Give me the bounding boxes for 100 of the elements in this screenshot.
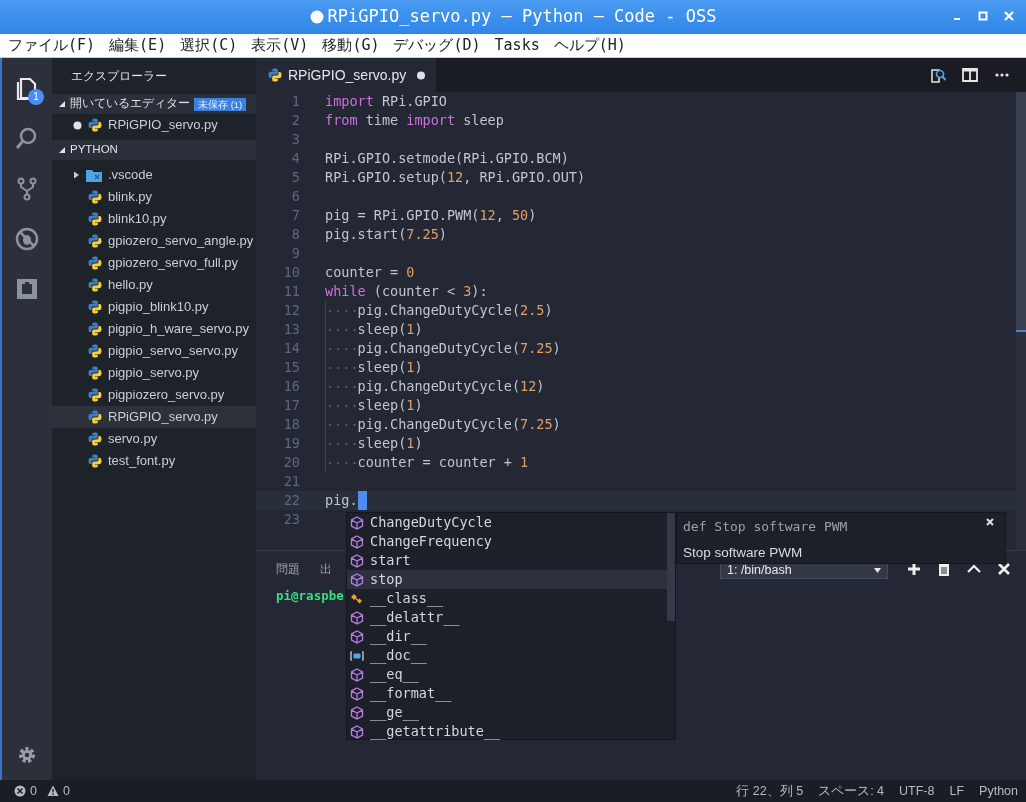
line-number: 17 [282,396,300,415]
warning-icon[interactable] [46,785,59,797]
tree-item[interactable]: pigpiozero_servo.py [52,384,256,406]
line-number: 22 [282,491,300,510]
preview-search-icon[interactable] [930,67,946,83]
status-item[interactable]: LF [949,781,965,801]
suggestion-item[interactable]: ChangeDutyCycle [347,513,667,532]
dropdown-caret-icon [874,568,881,573]
status-item[interactable]: スペース: 4 [818,781,885,801]
file-name: blink.py [108,188,153,207]
close-icon[interactable] [985,517,995,527]
split-editor-icon[interactable] [962,67,978,83]
debug-icon[interactable] [14,226,40,252]
suggestion-item[interactable]: __getattribute__ [347,722,667,741]
file-name: RPiGPIO_servo.py [108,408,218,427]
suggestion-item[interactable]: __dir__ [347,627,667,646]
menu-item[interactable]: デバッグ(D) [385,34,487,57]
suggestion-item[interactable]: __class__ [347,589,667,608]
code-line: import RPi.GPIO [325,92,447,111]
new-terminal-icon[interactable] [906,561,922,577]
menu-item[interactable]: ファイル(F) [0,34,102,57]
tree-item[interactable]: pigpio_servo_servo.py [52,340,256,362]
panel-tab[interactable]: 問題 [276,560,300,578]
line-number: 9 [290,244,300,263]
tree-item[interactable]: gpiozero_servo_full.py [52,252,256,274]
close-icon[interactable] [996,561,1012,577]
editor-tab[interactable]: RPiGPIO_servo.py [256,58,437,92]
suggestion-item[interactable]: __ge__ [347,703,667,722]
line-number: 4 [290,149,300,168]
settings-icon[interactable] [16,744,38,766]
menu-item[interactable]: ヘルプ(H) [545,34,632,57]
code-line: sleep(1) [357,396,423,415]
warning-count[interactable]: 0 [62,781,70,801]
status-item[interactable]: UTF-8 [899,781,935,801]
python-icon [88,322,102,336]
code-line: sleep(1) [357,320,423,339]
tree-item[interactable]: gpiozero_servo_angle.py [52,230,256,252]
method-cube-icon [350,724,364,739]
suggestion-list[interactable]: ChangeDutyCycle ChangeFrequency start stop __class__ __delattr__ __dir__ __doc__ __eq__ __format__ __ge__ __getattribute__ [346,512,676,740]
window-title: RPiGPIO_servo.py — Python — Code - OSS [327,5,717,29]
signature-text: def Stop software PWM [683,518,849,536]
python-icon [88,432,102,446]
tree-item[interactable]: RPiGPIO_servo.py [52,406,256,428]
tree-item[interactable]: hello.py [52,274,256,296]
menu-item[interactable]: Tasks [486,34,546,57]
tree-item[interactable]: pigpio_servo.py [52,362,256,384]
sidebar-title: エクスプローラー [70,68,168,85]
python-icon [268,68,282,82]
suggestion-item[interactable]: __eq__ [347,665,667,684]
python-icon [88,278,102,292]
tree-item[interactable]: servo.py [52,428,256,450]
tree-item[interactable]: pigpio_blink10.py [52,296,256,318]
method-cube-icon [350,534,364,549]
line-number: 8 [290,225,300,244]
suggestion-item[interactable]: __delattr__ [347,608,667,627]
extensions-icon[interactable] [14,276,40,302]
panel-tab[interactable]: 出 [320,560,332,578]
expanded-caret-icon[interactable] [58,146,66,154]
open-editor-item[interactable]: RPiGPIO_servo.py [52,114,256,136]
line-number: 5 [290,168,300,187]
code-line: sleep(1) [357,358,423,377]
tree-item[interactable]: .vscode [52,164,256,186]
method-cube-icon [350,553,364,568]
error-icon[interactable] [14,785,26,797]
python-icon [88,234,102,248]
file-name: pigpiozero_servo.py [108,386,225,405]
python-icon [88,256,102,270]
tree-item[interactable]: pigpio_h_ware_servo.py [52,318,256,340]
maximize-icon[interactable] [978,11,988,21]
tree-item[interactable]: blink.py [52,186,256,208]
menu-item[interactable]: 編集(E) [101,34,173,57]
suggestion-item[interactable]: stop [347,570,667,589]
section-header[interactable]: PYTHON [52,140,256,160]
status-item[interactable]: Python [979,781,1018,801]
tree-item[interactable]: test_font.py [52,450,256,472]
collapsed-caret-icon[interactable] [72,171,80,179]
suggestion-item[interactable]: __format__ [347,684,667,703]
line-number: 2 [290,111,300,130]
section-header[interactable]: 開いているエディター 未保存 (1) [52,94,256,114]
suggestion-item[interactable]: ChangeFrequency [347,532,667,551]
line-number: 15 [282,358,300,377]
text-cursor[interactable] [357,491,367,510]
suggestion-item[interactable]: __doc__ [347,646,667,665]
suggestion-item[interactable]: start [347,551,667,570]
menu-item[interactable]: 選択(C) [172,34,244,57]
method-cube-icon [350,686,364,701]
error-count[interactable]: 0 [30,781,37,801]
menu-item[interactable]: 移動(G) [314,34,386,57]
code-line: pig.ChangeDutyCycle(7.25) [357,415,561,434]
expanded-caret-icon[interactable] [58,100,66,108]
scrollbar-thumb[interactable] [667,513,675,621]
method-cube-icon [350,572,364,587]
status-item[interactable]: 行 22、列 5 [736,781,804,801]
code-line: pig.ChangeDutyCycle(12) [357,377,545,396]
python-icon [88,366,102,380]
menu-item[interactable]: 表示(V) [243,34,315,57]
file-name: pigpio_servo.py [108,364,200,383]
code-line: pig = RPi.GPIO.PWM(12, 50) [325,206,537,225]
tree-item[interactable]: blink10.py [52,208,256,230]
scrollbar-thumb[interactable] [1016,92,1026,332]
